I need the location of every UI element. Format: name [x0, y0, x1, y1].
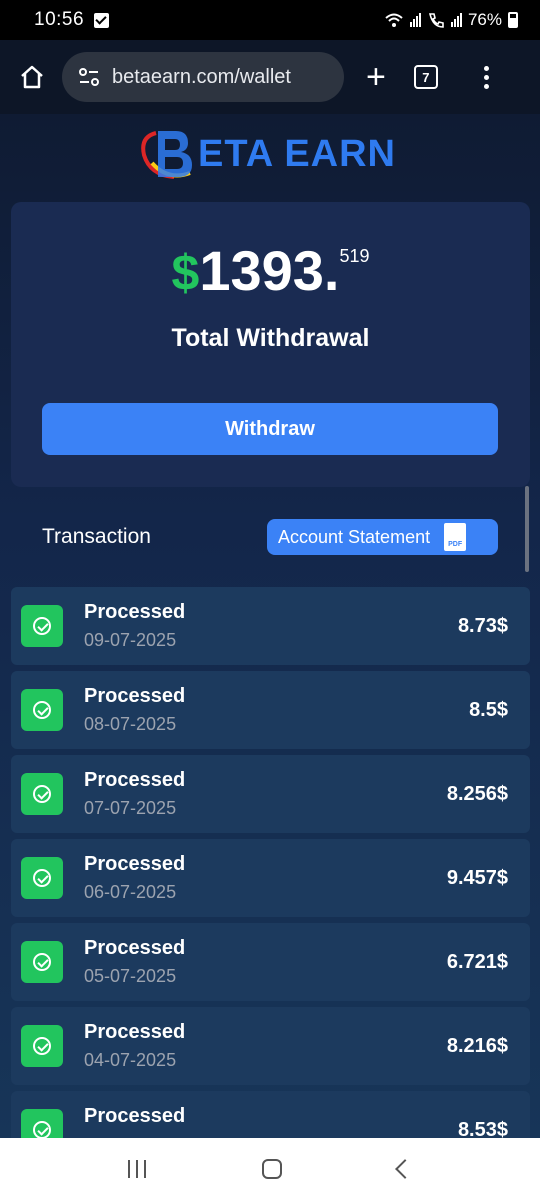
tx-status: Processed: [84, 1021, 186, 1043]
check-circle-icon: [21, 773, 63, 815]
check-circle-icon: [21, 689, 63, 731]
logo-text: ETA EARN: [198, 132, 396, 175]
tx-date: 07-07-2025: [84, 798, 177, 818]
list-item[interactable]: Processed 07-07-2025 8.256$: [11, 755, 530, 833]
clock: 10:56: [34, 9, 85, 30]
transaction-heading: Transaction: [42, 525, 151, 548]
list-item[interactable]: Processed 09-07-2025 8.73$: [11, 587, 530, 665]
battery-icon: [508, 12, 518, 28]
check-circle-icon: [21, 605, 63, 647]
system-nav-bar: [0, 1138, 540, 1200]
url-text[interactable]: betaearn.com/wallet: [112, 66, 291, 89]
tx-amount: 8.73$: [457, 615, 508, 637]
wallet-summary-card: $1393.519 Total Withdrawal Withdraw: [11, 202, 530, 487]
call-icon: [428, 13, 444, 28]
tab-switcher-button[interactable]: 7: [413, 65, 438, 89]
check-circle-icon: [21, 1025, 63, 1067]
new-tab-button[interactable]: +: [366, 60, 386, 94]
tx-amount: 8.5$: [469, 699, 508, 721]
tx-date: 05-07-2025: [84, 966, 177, 986]
browser-toolbar: betaearn.com/wallet + 7: [0, 40, 540, 114]
logo-b-mark: [141, 131, 192, 179]
site-settings-icon[interactable]: [78, 67, 100, 87]
tx-date: 06-07-2025: [84, 882, 177, 902]
list-item[interactable]: Processed 04-07-2025 8.216$: [11, 1007, 530, 1085]
recent-apps-icon[interactable]: [128, 1160, 146, 1178]
list-item[interactable]: Processed 06-07-2025 9.457$: [11, 839, 530, 917]
scrollbar[interactable]: [525, 486, 529, 572]
tx-amount: 6.721$: [446, 951, 508, 973]
total-amount: $1393.519: [11, 238, 530, 303]
currency-symbol: $: [171, 245, 200, 301]
tx-status: Processed: [84, 601, 186, 623]
list-item[interactable]: Processed 8.53$: [11, 1091, 530, 1138]
signal-icon: [409, 13, 421, 27]
tx-status: Processed: [84, 1105, 186, 1127]
notification-check-icon: [94, 12, 110, 28]
tx-status: Processed: [84, 853, 186, 875]
amount-main: 1393.: [199, 239, 340, 302]
tx-amount: 8.256$: [446, 783, 508, 805]
tx-date: 08-07-2025: [84, 714, 177, 734]
list-item[interactable]: Processed 08-07-2025 8.5$: [11, 671, 530, 749]
battery-percent: 76%: [467, 10, 502, 29]
tx-date: 04-07-2025: [84, 1050, 177, 1070]
tx-date: 09-07-2025: [84, 630, 177, 650]
account-statement-label: Account Statement: [278, 526, 431, 547]
tx-status: Processed: [84, 937, 186, 959]
wifi-icon: [385, 13, 403, 27]
tx-amount: 9.457$: [446, 867, 508, 889]
tx-status: Processed: [84, 769, 186, 791]
total-withdrawal-label: Total Withdrawal: [171, 324, 370, 352]
list-item[interactable]: Processed 05-07-2025 6.721$: [11, 923, 530, 1001]
wallet-page: ETA EARN $1393.519 Total Withdrawal With…: [0, 114, 540, 1138]
check-circle-icon: [21, 857, 63, 899]
more-menu-icon[interactable]: [483, 65, 489, 89]
tx-amount: 8.216$: [446, 1035, 508, 1057]
status-bar: 10:56 76%: [0, 0, 540, 40]
pdf-icon: PDF: [444, 523, 467, 551]
home-nav-icon[interactable]: [262, 1159, 282, 1179]
check-circle-icon: [21, 1109, 63, 1138]
check-circle-icon: [21, 941, 63, 983]
tx-status: Processed: [84, 685, 186, 707]
amount-decimals: 519: [339, 246, 370, 266]
transaction-list: Processed 09-07-2025 8.73$ Processed 08-…: [11, 587, 530, 1138]
signal-2-icon: [450, 13, 462, 27]
home-icon: [21, 65, 43, 89]
back-icon[interactable]: [395, 1159, 415, 1179]
home-button[interactable]: [14, 59, 50, 95]
status-icons: 76%: [384, 10, 518, 30]
address-bar[interactable]: betaearn.com/wallet: [62, 52, 344, 102]
withdraw-button[interactable]: Withdraw: [42, 403, 498, 455]
tx-amount: 8.53$: [457, 1119, 508, 1138]
account-statement-button[interactable]: Account Statement PDF: [267, 519, 498, 555]
logo: ETA EARN: [138, 122, 408, 186]
